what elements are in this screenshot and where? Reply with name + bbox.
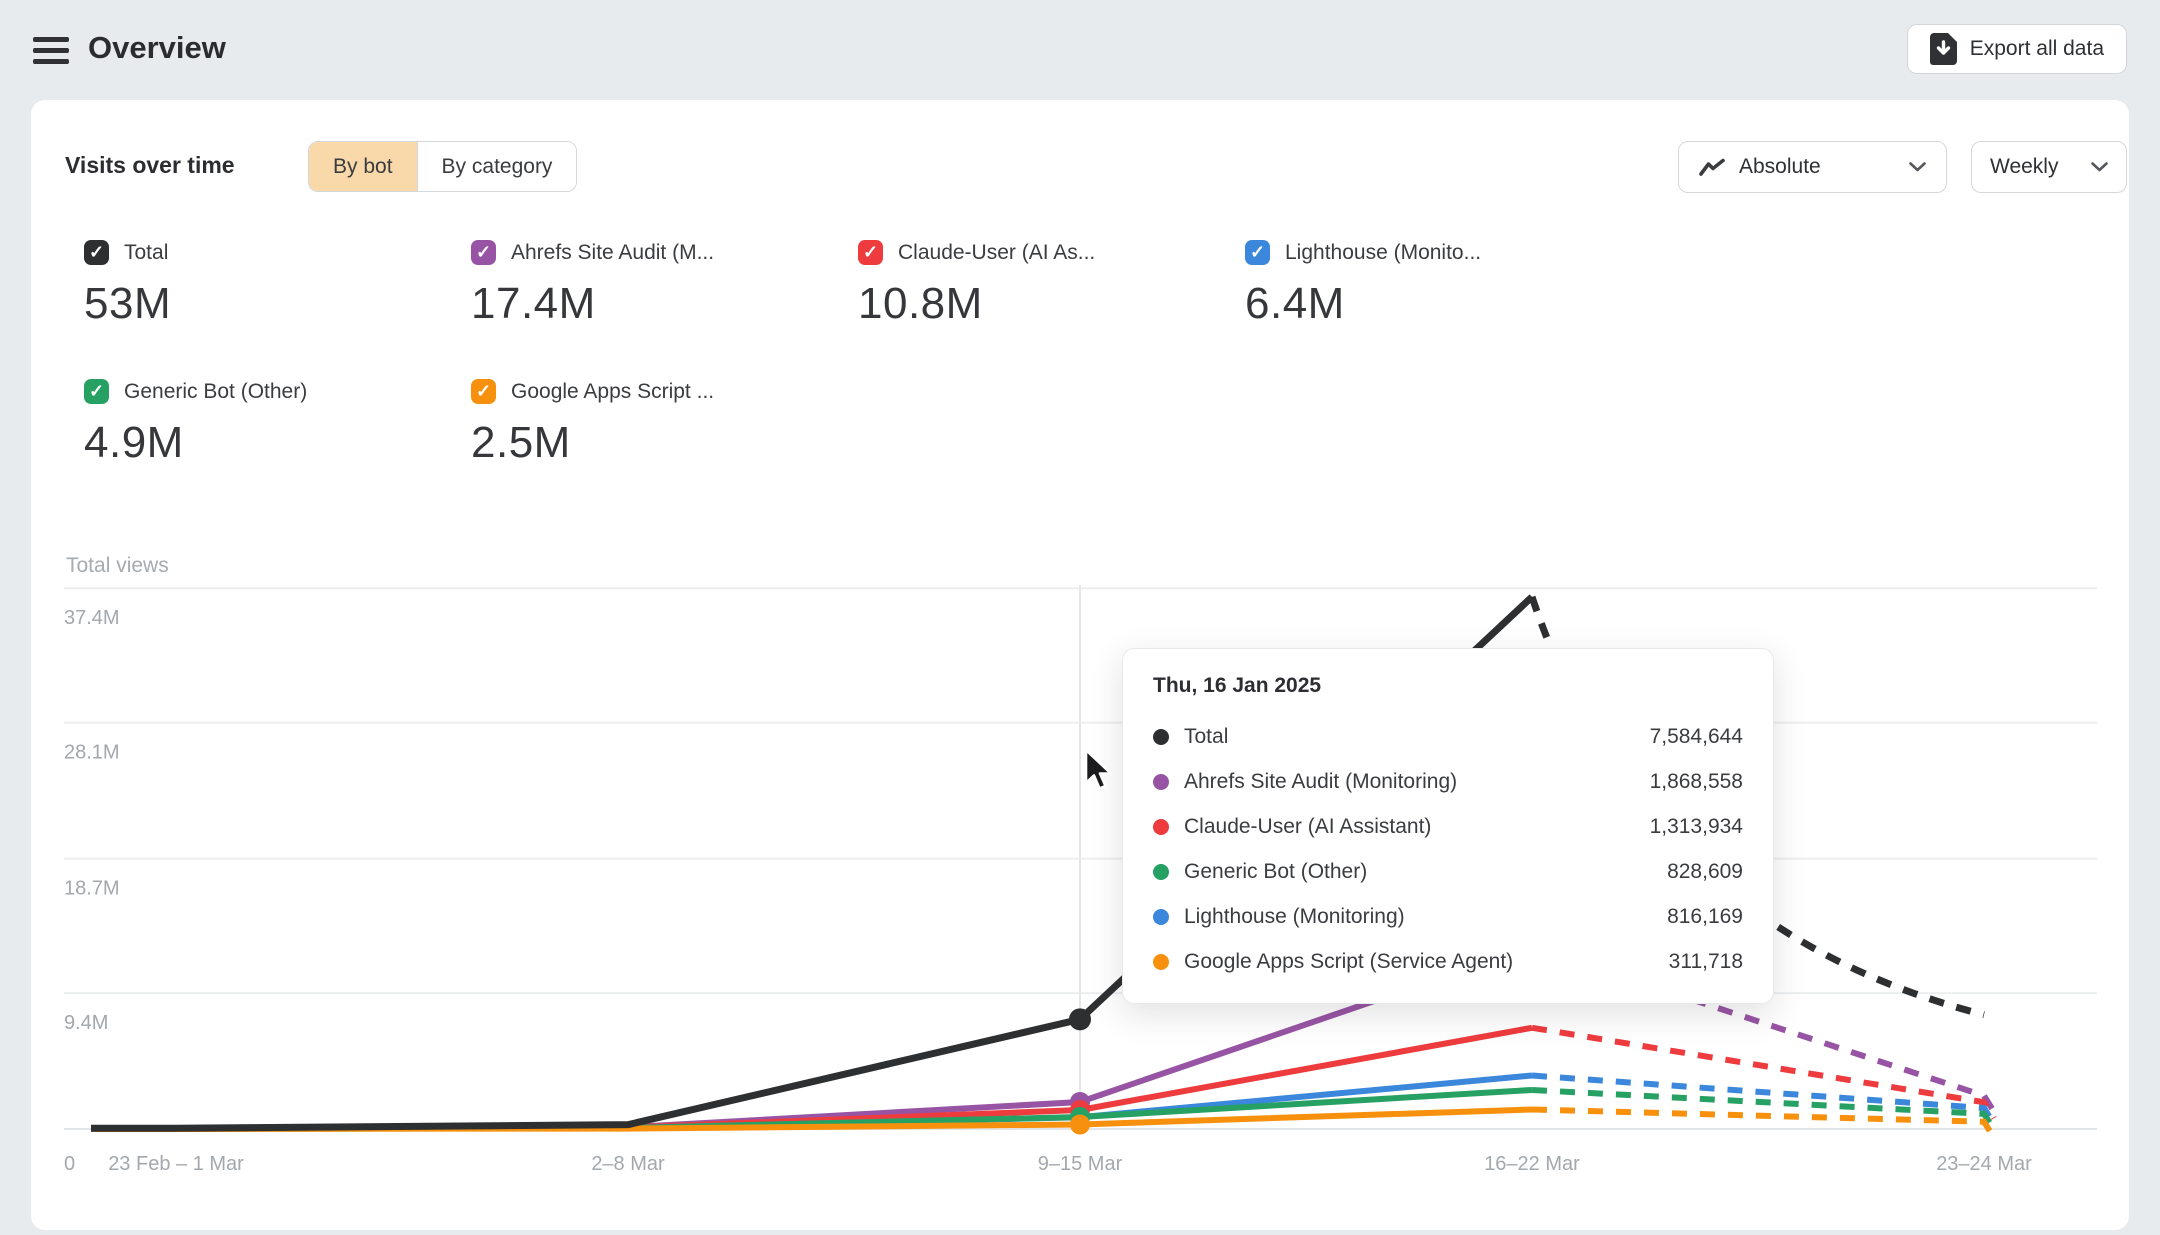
tooltip-series-value: 1,313,934 bbox=[1650, 815, 1743, 839]
tooltip-date: Thu, 16 Jan 2025 bbox=[1153, 674, 1743, 698]
legend-item-3[interactable]: ✓ Lighthouse (Monito... 6.4M bbox=[1245, 240, 1632, 329]
series-checkbox[interactable]: ✓ bbox=[1245, 240, 1270, 265]
toggle-by-bot[interactable]: By bot bbox=[309, 142, 417, 191]
interval-dropdown[interactable]: Weekly bbox=[1971, 141, 2127, 193]
series-dot-icon bbox=[1153, 819, 1169, 835]
series-dot-icon bbox=[1153, 774, 1169, 790]
series-label: Generic Bot (Other) bbox=[124, 380, 307, 404]
series-checkbox[interactable]: ✓ bbox=[858, 240, 883, 265]
chart-tooltip: Thu, 16 Jan 2025 Total 7,584,644 Ahrefs Si… bbox=[1122, 648, 1774, 1004]
series-label: Ahrefs Site Audit (M... bbox=[511, 241, 714, 265]
metric-dropdown-value: Absolute bbox=[1739, 155, 1821, 179]
tooltip-row: Generic Bot (Other) 828,609 bbox=[1153, 849, 1743, 894]
series-total-value: 6.4M bbox=[1245, 279, 1632, 329]
series-label: Total bbox=[124, 241, 168, 265]
series-label: Lighthouse (Monito... bbox=[1285, 241, 1481, 265]
series-checkbox[interactable]: ✓ bbox=[471, 379, 496, 404]
toggle-by-category[interactable]: By category bbox=[417, 142, 577, 191]
tooltip-series-name: Claude-User (AI Assistant) bbox=[1184, 815, 1431, 839]
series-dot-icon bbox=[1153, 729, 1169, 745]
menu-icon[interactable] bbox=[33, 37, 69, 65]
tooltip-series-value: 816,169 bbox=[1667, 905, 1743, 929]
mouse-cursor-icon bbox=[1083, 749, 1117, 798]
legend-item-5[interactable]: ✓ Google Apps Script ... 2.5M bbox=[471, 379, 858, 468]
trend-line-icon bbox=[1699, 158, 1725, 177]
tooltip-series-name: Lighthouse (Monitoring) bbox=[1184, 905, 1405, 929]
tooltip-series-name: Google Apps Script (Service Agent) bbox=[1184, 950, 1513, 974]
top-bar: Overview Export all data bbox=[0, 0, 2160, 100]
tooltip-row: Claude-User (AI Assistant) 1,313,934 bbox=[1153, 804, 1743, 849]
metric-dropdown[interactable]: Absolute bbox=[1678, 141, 1947, 193]
series-dot-icon bbox=[1153, 864, 1169, 880]
visits-over-time-card: Visits over time By bot By category Abso… bbox=[31, 100, 2129, 1230]
tooltip-series-name: Ahrefs Site Audit (Monitoring) bbox=[1184, 770, 1457, 794]
tooltip-series-name: Total bbox=[1184, 725, 1228, 749]
export-button-label: Export all data bbox=[1970, 37, 2104, 61]
series-total-value: 17.4M bbox=[471, 279, 858, 329]
series-label: Claude-User (AI As... bbox=[898, 241, 1095, 265]
tooltip-row: Lighthouse (Monitoring) 816,169 bbox=[1153, 894, 1743, 939]
bot-category-toggle: By bot By category bbox=[308, 141, 577, 192]
tooltip-series-value: 7,584,644 bbox=[1650, 725, 1743, 749]
tooltip-series-value: 828,609 bbox=[1667, 860, 1743, 884]
chevron-down-icon bbox=[2091, 162, 2108, 172]
series-checkbox[interactable]: ✓ bbox=[84, 240, 109, 265]
legend-item-0[interactable]: ✓ Total 53M bbox=[84, 240, 471, 329]
series-checkbox[interactable]: ✓ bbox=[84, 379, 109, 404]
legend-item-2[interactable]: ✓ Claude-User (AI As... 10.8M bbox=[858, 240, 1245, 329]
series-total-value: 4.9M bbox=[84, 418, 471, 468]
legend-item-1[interactable]: ✓ Ahrefs Site Audit (M... 17.4M bbox=[471, 240, 858, 329]
interval-dropdown-value: Weekly bbox=[1990, 155, 2058, 179]
series-checkbox[interactable]: ✓ bbox=[471, 240, 496, 265]
series-total-value: 2.5M bbox=[471, 418, 858, 468]
tooltip-row: Google Apps Script (Service Agent) 311,71… bbox=[1153, 939, 1743, 984]
series-total-value: 53M bbox=[84, 279, 471, 329]
tooltip-series-name: Generic Bot (Other) bbox=[1184, 860, 1367, 884]
series-total-value: 10.8M bbox=[858, 279, 1245, 329]
tooltip-series-value: 1,868,558 bbox=[1650, 770, 1743, 794]
export-all-data-button[interactable]: Export all data bbox=[1907, 24, 2127, 74]
tooltip-row: Ahrefs Site Audit (Monitoring) 1,868,558 bbox=[1153, 759, 1743, 804]
series-dot-icon bbox=[1153, 954, 1169, 970]
legend-item-4[interactable]: ✓ Generic Bot (Other) 4.9M bbox=[84, 379, 471, 468]
download-file-icon bbox=[1930, 33, 1957, 65]
page-title: Overview bbox=[88, 30, 226, 66]
section-title: Visits over time bbox=[65, 152, 235, 179]
series-dot-icon bbox=[1153, 909, 1169, 925]
tooltip-row: Total 7,584,644 bbox=[1153, 714, 1743, 759]
tooltip-series-value: 311,718 bbox=[1669, 950, 1743, 974]
series-legend: ✓Total53M✓Ahrefs Site Audit (M...17.4M✓C… bbox=[84, 240, 1632, 468]
chevron-down-icon bbox=[1909, 162, 1926, 172]
series-label: Google Apps Script ... bbox=[511, 380, 714, 404]
